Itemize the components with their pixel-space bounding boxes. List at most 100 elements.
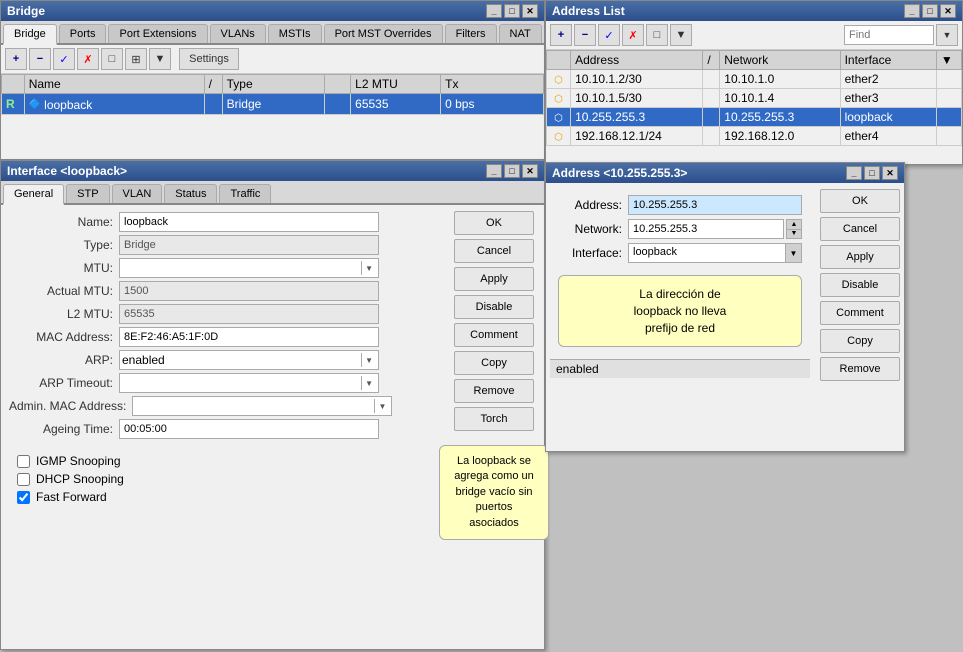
addr-col-network[interactable]: Network (720, 51, 840, 70)
addrlist-close-btn[interactable]: ✕ (940, 4, 956, 18)
paste-btn[interactable]: ⊞ (125, 48, 147, 70)
addr-col-icon (547, 51, 571, 70)
fastfwd-checkbox[interactable] (17, 491, 30, 504)
addr-row-4[interactable]: ⬡ 192.168.12.1/24 192.168.12.0 ether4 (547, 127, 962, 146)
ageing-input[interactable] (119, 419, 379, 439)
addr-comment-btn[interactable]: Comment (820, 301, 900, 325)
cross-btn[interactable]: ✗ (77, 48, 99, 70)
apply-btn[interactable]: Apply (454, 267, 534, 291)
addr-address-row: Address: (558, 195, 802, 215)
mtu-select[interactable]: ▼ (119, 258, 379, 278)
col-tx[interactable]: Tx (441, 75, 544, 94)
copy-btn[interactable]: Copy (454, 351, 534, 375)
bridge-minimize-btn[interactable]: _ (486, 4, 502, 18)
addr-address-input[interactable] (628, 195, 802, 215)
addr-row-1[interactable]: ⬡ 10.10.1.2/30 10.10.1.0 ether2 (547, 70, 962, 89)
interface-dropdown-btn[interactable]: ▼ (785, 244, 801, 262)
addrlist-maximize-btn[interactable]: □ (922, 4, 938, 18)
spinner-down[interactable]: ▼ (787, 230, 801, 239)
comment-btn[interactable]: Comment (454, 323, 534, 347)
iface-tab-status[interactable]: Status (164, 184, 217, 203)
addr-dialog-close-btn[interactable]: ✕ (882, 166, 898, 180)
addr-col-address[interactable]: Address (571, 51, 703, 70)
addr-row-3[interactable]: ⬡ 10.255.255.3 10.255.255.3 loopback (547, 108, 962, 127)
ok-btn[interactable]: OK (454, 211, 534, 235)
actual-mtu-input[interactable] (119, 281, 379, 301)
col-name[interactable]: Name (24, 75, 204, 94)
addr-dialog-title-bar: Address <10.255.255.3> _ □ ✕ (546, 163, 904, 183)
addr-disable-btn[interactable]: Disable (820, 273, 900, 297)
addr-network-input[interactable] (628, 219, 784, 239)
bridge-maximize-btn[interactable]: □ (504, 4, 520, 18)
addr-dialog-maximize-btn[interactable]: □ (864, 166, 880, 180)
l2mtu-input[interactable] (119, 304, 379, 324)
addr-copy-btn[interactable]: Copy (820, 329, 900, 353)
addr-col-interface[interactable]: Interface (840, 51, 936, 70)
tab-bridge[interactable]: Bridge (3, 24, 57, 45)
addr-list-table: Address / Network Interface ▼ ⬡ 10.10.1.… (546, 50, 962, 146)
tab-vlans[interactable]: VLANs (210, 24, 266, 43)
tab-filters[interactable]: Filters (445, 24, 497, 43)
tab-ports[interactable]: Ports (59, 24, 107, 43)
remove-btn[interactable]: − (29, 48, 51, 70)
iface-tab-traffic[interactable]: Traffic (219, 184, 271, 203)
admin-mac-select[interactable]: ▼ (132, 396, 392, 416)
addr-copy-tb-btn[interactable]: □ (646, 24, 668, 46)
tab-mstis[interactable]: MSTIs (268, 24, 322, 43)
bridge-close-btn[interactable]: ✕ (522, 4, 538, 18)
copy-tb-btn[interactable]: □ (101, 48, 123, 70)
iface-tab-vlan[interactable]: VLAN (112, 184, 163, 203)
network-spinner[interactable]: ▲ ▼ (786, 219, 802, 239)
mtu-dropdown-arrow: ▼ (361, 261, 376, 275)
tab-nat[interactable]: NAT (499, 24, 542, 43)
mac-label: MAC Address: (9, 330, 119, 344)
mtu-row: MTU: ▼ (9, 258, 436, 278)
col-type[interactable]: Type (222, 75, 325, 94)
spinner-up[interactable]: ▲ (787, 220, 801, 230)
addr-remove-btn[interactable]: Remove (820, 357, 900, 381)
settings-btn[interactable]: Settings (179, 48, 239, 70)
addr-cancel-btn[interactable]: Cancel (820, 217, 900, 241)
tab-port-extensions[interactable]: Port Extensions (108, 24, 207, 43)
iface-tab-general[interactable]: General (3, 184, 64, 205)
check-btn[interactable]: ✓ (53, 48, 75, 70)
addr-dropdown-btn[interactable]: ▼ (936, 24, 958, 46)
torch-btn[interactable]: Torch (454, 407, 534, 431)
mac-input[interactable] (119, 327, 379, 347)
add-btn[interactable]: + (5, 48, 27, 70)
type-row: Type: (9, 235, 436, 255)
arp-select[interactable]: enabled ▼ (119, 350, 379, 370)
addr-interface-select[interactable]: loopback ▼ (628, 243, 802, 263)
row-tx: 0 bps (441, 94, 544, 115)
name-input[interactable] (119, 212, 379, 232)
addr-col-dropdown[interactable]: ▼ (936, 51, 961, 70)
col-l2mtu[interactable]: L2 MTU (351, 75, 441, 94)
addr-search-input[interactable] (844, 25, 934, 45)
addr-dialog-minimize-btn[interactable]: _ (846, 166, 862, 180)
addr-check-btn[interactable]: ✓ (598, 24, 620, 46)
addr-remove-btn[interactable]: − (574, 24, 596, 46)
iface-close-btn[interactable]: ✕ (522, 164, 538, 178)
disable-btn[interactable]: Disable (454, 295, 534, 319)
filter-btn[interactable]: ▼ (149, 48, 171, 70)
addr-row-2[interactable]: ⬡ 10.10.1.5/30 10.10.1.4 ether3 (547, 89, 962, 108)
iface-minimize-btn[interactable]: _ (486, 164, 502, 178)
remove-btn[interactable]: Remove (454, 379, 534, 403)
addr-cross-btn[interactable]: ✗ (622, 24, 644, 46)
iface-maximize-btn[interactable]: □ (504, 164, 520, 178)
arp-timeout-select[interactable]: ▼ (119, 373, 379, 393)
table-row[interactable]: R 🔷 loopback Bridge 65535 0 bps (2, 94, 544, 115)
addr-dialog-controls: _ □ ✕ (846, 166, 898, 180)
cancel-btn[interactable]: Cancel (454, 239, 534, 263)
addr-apply-btn[interactable]: Apply (820, 245, 900, 269)
bridge-tab-bar: Bridge Ports Port Extensions VLANs MSTIs… (1, 21, 544, 45)
addr-add-btn[interactable]: + (550, 24, 572, 46)
addr-ok-btn[interactable]: OK (820, 189, 900, 213)
dhcp-checkbox[interactable] (17, 473, 30, 486)
igmp-checkbox[interactable] (17, 455, 30, 468)
iface-tab-stp[interactable]: STP (66, 184, 109, 203)
tab-port-mst-overrides[interactable]: Port MST Overrides (324, 24, 443, 43)
addrlist-minimize-btn[interactable]: _ (904, 4, 920, 18)
type-input[interactable] (119, 235, 379, 255)
addr-filter-btn[interactable]: ▼ (670, 24, 692, 46)
